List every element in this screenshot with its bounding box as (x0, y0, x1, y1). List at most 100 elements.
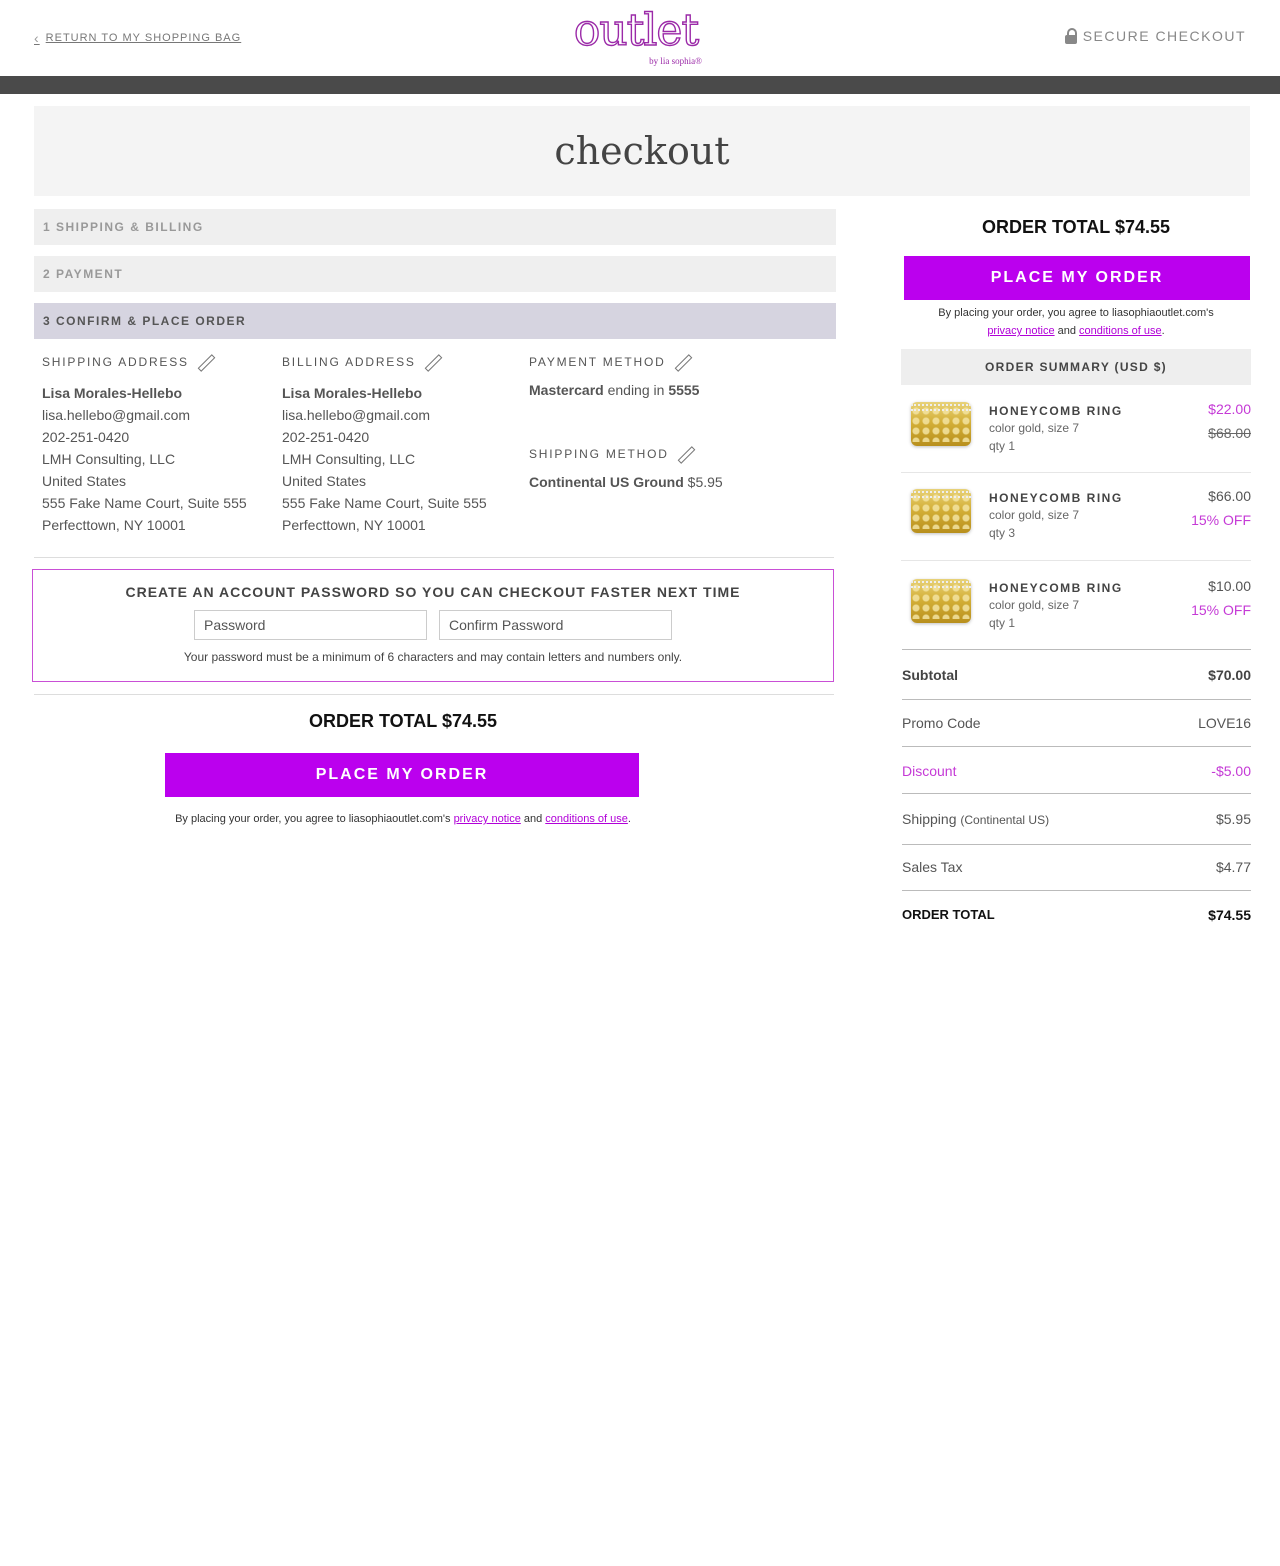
order-total-label: ORDER TOTAL (902, 907, 995, 922)
outlet-logo[interactable]: outlet by lia sophia® (566, 5, 706, 70)
edit-billing-address-icon[interactable] (424, 354, 440, 370)
item-qty: qty 1 (989, 616, 1016, 630)
order-agreement-text-right: By placing your order, you agree to lias… (902, 304, 1250, 340)
discount-row: Discount -$5.00 (902, 763, 1251, 779)
billing-name: Lisa Morales-Hellebo (282, 385, 423, 401)
order-total-row: ORDER TOTAL $74.55 (902, 907, 1251, 923)
secure-checkout-label: SECURE CHECKOUT (1082, 28, 1246, 44)
edit-shipping-method-icon[interactable] (677, 446, 693, 462)
list-item: HONEYCOMB RING color gold, size 7 qty 3 … (901, 481, 1251, 551)
shipping-email: lisa.hellebo@gmail.com (42, 407, 191, 423)
step-shipping-billing[interactable]: 1 SHIPPING & BILLING (34, 209, 836, 245)
edit-payment-method-icon[interactable] (674, 354, 690, 370)
step-confirm-place-order[interactable]: 3 CONFIRM & PLACE ORDER (34, 303, 836, 339)
item-qty: qty 1 (989, 439, 1016, 453)
shipping-label: Shipping (902, 811, 957, 827)
place-order-button-right[interactable]: PLACE MY ORDER (904, 256, 1250, 300)
create-account-title: CREATE AN ACCOUNT PASSWORD SO YOU CAN CH… (125, 584, 741, 600)
page-title-banner: checkout (34, 106, 1250, 196)
billing-phone: 202-251-0420 (282, 429, 370, 445)
subtotal-row: Subtotal $70.00 (902, 667, 1251, 683)
password-input[interactable] (194, 610, 427, 640)
return-to-bag-link[interactable]: ‹ RETURN TO MY SHOPPING BAG (34, 30, 241, 46)
item-variant: color gold, size 7 (989, 598, 1080, 612)
shipping-street: 555 Fake Name Court, Suite 555 (42, 495, 247, 511)
divider (34, 694, 834, 695)
order-agreement-text: By placing your order, you agree to lias… (120, 810, 686, 828)
create-account-box: CREATE AN ACCOUNT PASSWORD SO YOU CAN CH… (32, 569, 834, 682)
product-image[interactable] (911, 402, 971, 446)
item-price: $10.00 (1208, 578, 1251, 594)
product-image[interactable] (911, 579, 971, 623)
order-total-heading-right: ORDER TOTAL $74.55 (981, 217, 1171, 237)
billing-email: lisa.hellebo@gmail.com (282, 407, 431, 423)
product-image[interactable] (911, 489, 971, 533)
list-item: HONEYCOMB RING color gold, size 7 qty 1 … (901, 571, 1251, 641)
shipping-method-section: SHIPPING METHOD Continental US Ground $5… (529, 444, 723, 490)
shipping-name: Lisa Morales-Hellebo (42, 385, 183, 401)
item-original-price: $68.00 (1208, 425, 1251, 441)
conditions-of-use-link[interactable]: conditions of use (545, 813, 628, 825)
divider (34, 557, 834, 558)
privacy-notice-link[interactable]: privacy notice (454, 813, 521, 825)
discount-label: Discount (902, 763, 957, 779)
item-discount-badge: 15% OFF (1191, 512, 1251, 528)
header: ‹ RETURN TO MY SHOPPING BAG outlet by li… (0, 0, 1280, 76)
billing-address-section: BILLING ADDRESS Lisa Morales-Hellebo lis… (282, 352, 487, 536)
item-discount-badge: 15% OFF (1191, 602, 1251, 618)
lock-icon (1064, 28, 1077, 44)
shipping-address-heading: SHIPPING ADDRESS (42, 355, 189, 369)
card-ending-text: ending in (603, 382, 669, 398)
step-label: 1 SHIPPING & BILLING (43, 220, 204, 234)
divider (901, 472, 1251, 473)
step-label: 3 CONFIRM & PLACE ORDER (43, 314, 247, 328)
item-name[interactable]: HONEYCOMB RING (989, 404, 1123, 418)
shipping-value: $5.95 (1215, 811, 1251, 827)
billing-country: United States (282, 473, 367, 489)
sales-tax-row: Sales Tax $4.77 (902, 859, 1251, 875)
item-price: $66.00 (1208, 488, 1251, 504)
subtotal-value: $70.00 (1208, 667, 1251, 683)
shipping-method-name: Continental US Ground (529, 474, 684, 490)
edit-shipping-address-icon[interactable] (197, 354, 213, 370)
subtotal-label: Subtotal (902, 667, 958, 683)
discount-value: -$5.00 (1211, 763, 1251, 779)
shipping-method-value: Continental US Ground $5.95 (529, 474, 723, 490)
shipping-city: Perfecttown, NY 10001 (42, 517, 186, 533)
privacy-notice-link[interactable]: privacy notice (987, 325, 1054, 337)
shipping-address-section: SHIPPING ADDRESS Lisa Morales-Hellebo li… (42, 352, 247, 536)
place-order-button[interactable]: PLACE MY ORDER (165, 753, 639, 797)
return-to-bag-label: RETURN TO MY SHOPPING BAG (45, 32, 242, 44)
item-variant: color gold, size 7 (989, 421, 1080, 435)
step-label: 2 PAYMENT (43, 267, 124, 281)
shipping-method-heading: SHIPPING METHOD (529, 447, 669, 461)
payment-method-heading: PAYMENT METHOD (529, 355, 666, 369)
chevron-left-icon: ‹ (34, 30, 40, 46)
confirm-password-input[interactable] (439, 610, 672, 640)
divider (902, 746, 1251, 747)
divider (902, 793, 1251, 794)
step-payment[interactable]: 2 PAYMENT (34, 256, 836, 292)
agree-prefix: By placing your order, you agree to lias… (175, 813, 454, 825)
billing-street: 555 Fake Name Court, Suite 555 (282, 495, 487, 511)
agree-and: and (1054, 325, 1080, 337)
divider (902, 699, 1251, 700)
item-name[interactable]: HONEYCOMB RING (989, 491, 1123, 505)
item-price: $22.00 (1208, 401, 1251, 417)
shipping-method-price: $5.95 (683, 474, 723, 490)
divider (902, 890, 1251, 891)
sales-tax-label: Sales Tax (902, 859, 963, 875)
shipping-country: United States (42, 473, 127, 489)
order-total-heading: ORDER TOTAL $74.55 (308, 711, 498, 731)
logo-byline: by lia sophia® (649, 56, 702, 66)
item-name[interactable]: HONEYCOMB RING (989, 581, 1123, 595)
promo-code-row: Promo Code LOVE16 (902, 715, 1251, 731)
shipping-company: LMH Consulting, LLC (42, 451, 176, 467)
divider (901, 560, 1251, 561)
divider (902, 649, 1251, 650)
billing-city: Perfecttown, NY 10001 (282, 517, 426, 533)
logo-word: outlet (573, 5, 700, 56)
conditions-of-use-link[interactable]: conditions of use (1079, 325, 1162, 337)
shipping-row: Shipping (Continental US) $5.95 (902, 811, 1251, 827)
password-rules-note: Your password must be a minimum of 6 cha… (183, 650, 683, 664)
